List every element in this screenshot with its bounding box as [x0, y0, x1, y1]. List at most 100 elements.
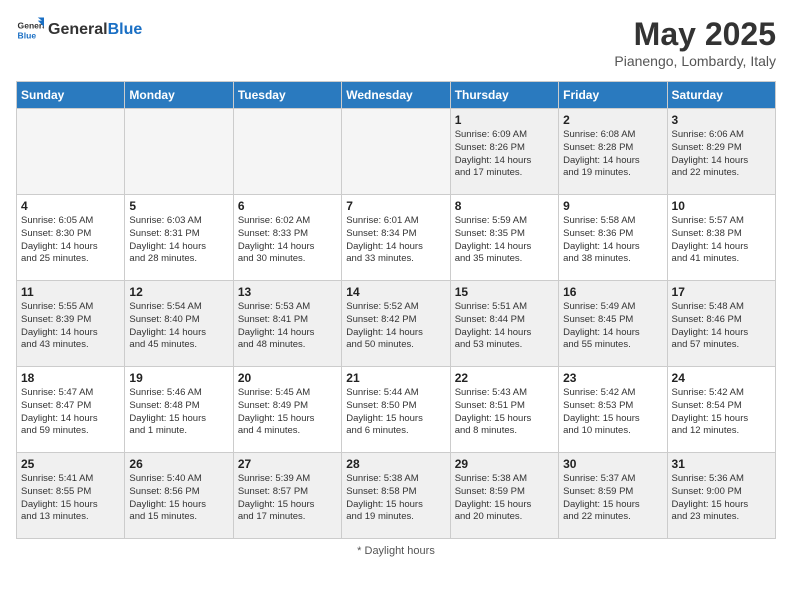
day-number: 21	[346, 371, 445, 385]
month-title: May 2025	[614, 16, 776, 53]
day-info: Sunrise: 5:48 AM Sunset: 8:46 PM Dayligh…	[672, 301, 771, 352]
day-number: 15	[455, 285, 554, 299]
day-info: Sunrise: 6:03 AM Sunset: 8:31 PM Dayligh…	[129, 215, 228, 266]
day-number: 7	[346, 199, 445, 213]
calendar-cell: 3 Sunrise: 6:06 AM Sunset: 8:29 PM Daylig…	[667, 109, 775, 195]
day-number: 18	[21, 371, 120, 385]
calendar-cell: 26 Sunrise: 5:40 AM Sunset: 8:56 PM Dayli…	[125, 453, 233, 539]
col-saturday: Saturday	[667, 82, 775, 109]
logo-text: GeneralBlue	[48, 21, 142, 39]
day-info: Sunrise: 5:44 AM Sunset: 8:50 PM Dayligh…	[346, 387, 445, 438]
day-number: 25	[21, 457, 120, 471]
calendar-cell: 8 Sunrise: 5:59 AM Sunset: 8:35 PM Daylig…	[450, 195, 558, 281]
day-info: Sunrise: 6:02 AM Sunset: 8:33 PM Dayligh…	[238, 215, 337, 266]
day-info: Sunrise: 5:41 AM Sunset: 8:55 PM Dayligh…	[21, 473, 120, 524]
day-number: 4	[21, 199, 120, 213]
day-number: 28	[346, 457, 445, 471]
calendar-cell	[233, 109, 341, 195]
logo: General Blue GeneralBlue	[16, 16, 142, 44]
day-number: 9	[563, 199, 662, 213]
day-info: Sunrise: 5:42 AM Sunset: 8:54 PM Dayligh…	[672, 387, 771, 438]
day-number: 29	[455, 457, 554, 471]
calendar-cell	[342, 109, 450, 195]
calendar-cell: 28Sunrise: 5:38 AM Sunset: 8:58 PM Dayli…	[342, 453, 450, 539]
calendar-cell: 9 Sunrise: 5:58 AM Sunset: 8:36 PM Daylig…	[559, 195, 667, 281]
calendar-cell: 22Sunrise: 5:43 AM Sunset: 8:51 PM Dayli…	[450, 367, 558, 453]
calendar-cell: 25 Sunrise: 5:41 AM Sunset: 8:55 PM Dayli…	[17, 453, 125, 539]
day-info: Sunrise: 6:06 AM Sunset: 8:29 PM Dayligh…	[672, 129, 771, 180]
calendar-cell: 11 Sunrise: 5:55 AM Sunset: 8:39 PM Dayli…	[17, 281, 125, 367]
calendar-cell: 14 Sunrise: 5:52 AM Sunset: 8:42 PM Dayli…	[342, 281, 450, 367]
day-number: 13	[238, 285, 337, 299]
day-info: Sunrise: 5:39 AM Sunset: 8:57 PM Dayligh…	[238, 473, 337, 524]
day-number: 23	[563, 371, 662, 385]
calendar-week-row: 18 Sunrise: 5:47 AM Sunset: 8:47 PM Dayli…	[17, 367, 776, 453]
day-info: Sunrise: 5:38 AM Sunset: 8:59 PM Dayligh…	[455, 473, 554, 524]
calendar-cell: 5 Sunrise: 6:03 AM Sunset: 8:31 PM Daylig…	[125, 195, 233, 281]
location-title: Pianengo, Lombardy, Italy	[614, 53, 776, 69]
calendar-cell: 20Sunrise: 5:45 AM Sunset: 8:49 PM Dayli…	[233, 367, 341, 453]
logo-icon: General Blue	[16, 16, 44, 44]
day-info: Sunrise: 5:40 AM Sunset: 8:56 PM Dayligh…	[129, 473, 228, 524]
day-info: Sunrise: 6:01 AM Sunset: 8:34 PM Dayligh…	[346, 215, 445, 266]
calendar-cell: 31 Sunrise: 5:36 AM Sunset: 9:00 PM Dayli…	[667, 453, 775, 539]
day-info: Sunrise: 5:59 AM Sunset: 8:35 PM Dayligh…	[455, 215, 554, 266]
calendar-cell: 10Sunrise: 5:57 AM Sunset: 8:38 PM Dayli…	[667, 195, 775, 281]
calendar-cell: 27 Sunrise: 5:39 AM Sunset: 8:57 PM Dayli…	[233, 453, 341, 539]
day-info: Sunrise: 5:55 AM Sunset: 8:39 PM Dayligh…	[21, 301, 120, 352]
day-number: 27	[238, 457, 337, 471]
calendar-cell: 12 Sunrise: 5:54 AM Sunset: 8:40 PM Dayli…	[125, 281, 233, 367]
day-info: Sunrise: 5:36 AM Sunset: 9:00 PM Dayligh…	[672, 473, 771, 524]
day-info: Sunrise: 5:37 AM Sunset: 8:59 PM Dayligh…	[563, 473, 662, 524]
calendar-cell: 6 Sunrise: 6:02 AM Sunset: 8:33 PM Daylig…	[233, 195, 341, 281]
calendar-cell: 21 Sunrise: 5:44 AM Sunset: 8:50 PM Dayli…	[342, 367, 450, 453]
svg-text:Blue: Blue	[18, 31, 37, 41]
day-info: Sunrise: 5:43 AM Sunset: 8:51 PM Dayligh…	[455, 387, 554, 438]
calendar-cell: 16 Sunrise: 5:49 AM Sunset: 8:45 PM Dayli…	[559, 281, 667, 367]
day-number: 3	[672, 113, 771, 127]
col-wednesday: Wednesday	[342, 82, 450, 109]
day-info: Sunrise: 5:54 AM Sunset: 8:40 PM Dayligh…	[129, 301, 228, 352]
day-number: 16	[563, 285, 662, 299]
calendar-cell: 1 Sunrise: 6:09 AM Sunset: 8:26 PM Daylig…	[450, 109, 558, 195]
day-number: 26	[129, 457, 228, 471]
day-number: 20	[238, 371, 337, 385]
day-number: 24	[672, 371, 771, 385]
day-info: Sunrise: 5:47 AM Sunset: 8:47 PM Dayligh…	[21, 387, 120, 438]
col-sunday: Sunday	[17, 82, 125, 109]
day-number: 31	[672, 457, 771, 471]
day-number: 10	[672, 199, 771, 213]
day-number: 12	[129, 285, 228, 299]
day-info: Sunrise: 5:58 AM Sunset: 8:36 PM Dayligh…	[563, 215, 662, 266]
day-info: Sunrise: 6:09 AM Sunset: 8:26 PM Dayligh…	[455, 129, 554, 180]
calendar-body: 1 Sunrise: 6:09 AM Sunset: 8:26 PM Daylig…	[17, 109, 776, 539]
col-friday: Friday	[559, 82, 667, 109]
calendar-week-row: 25 Sunrise: 5:41 AM Sunset: 8:55 PM Dayli…	[17, 453, 776, 539]
day-info: Sunrise: 5:53 AM Sunset: 8:41 PM Dayligh…	[238, 301, 337, 352]
day-number: 19	[129, 371, 228, 385]
calendar-cell: 29 Sunrise: 5:38 AM Sunset: 8:59 PM Dayli…	[450, 453, 558, 539]
calendar-cell: 7 Sunrise: 6:01 AM Sunset: 8:34 PM Daylig…	[342, 195, 450, 281]
calendar-cell: 17 Sunrise: 5:48 AM Sunset: 8:46 PM Dayli…	[667, 281, 775, 367]
day-number: 17	[672, 285, 771, 299]
day-info: Sunrise: 5:49 AM Sunset: 8:45 PM Dayligh…	[563, 301, 662, 352]
day-number: 8	[455, 199, 554, 213]
day-info: Sunrise: 6:08 AM Sunset: 8:28 PM Dayligh…	[563, 129, 662, 180]
calendar-cell: 24 Sunrise: 5:42 AM Sunset: 8:54 PM Dayli…	[667, 367, 775, 453]
col-monday: Monday	[125, 82, 233, 109]
calendar-cell: 4Sunrise: 6:05 AM Sunset: 8:30 PM Daylig…	[17, 195, 125, 281]
day-number: 6	[238, 199, 337, 213]
calendar-cell: 13 Sunrise: 5:53 AM Sunset: 8:41 PM Dayli…	[233, 281, 341, 367]
day-number: 11	[21, 285, 120, 299]
day-number: 30	[563, 457, 662, 471]
day-info: Sunrise: 5:46 AM Sunset: 8:48 PM Dayligh…	[129, 387, 228, 438]
calendar-week-row: 1 Sunrise: 6:09 AM Sunset: 8:26 PM Daylig…	[17, 109, 776, 195]
calendar-week-row: 11 Sunrise: 5:55 AM Sunset: 8:39 PM Dayli…	[17, 281, 776, 367]
day-info: Sunrise: 5:51 AM Sunset: 8:44 PM Dayligh…	[455, 301, 554, 352]
day-info: Sunrise: 5:42 AM Sunset: 8:53 PM Dayligh…	[563, 387, 662, 438]
day-number: 5	[129, 199, 228, 213]
day-number: 1	[455, 113, 554, 127]
day-number: 14	[346, 285, 445, 299]
day-info: Sunrise: 5:52 AM Sunset: 8:42 PM Dayligh…	[346, 301, 445, 352]
calendar-cell	[125, 109, 233, 195]
